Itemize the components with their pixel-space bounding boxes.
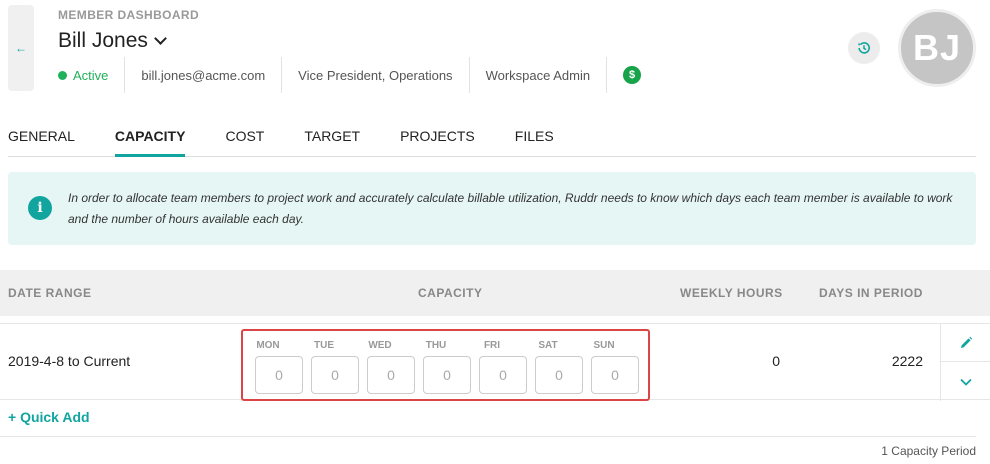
- day-thu: THU 0: [411, 331, 471, 394]
- day-sat: SAT 0: [523, 331, 583, 394]
- arrow-left-icon: ←: [15, 41, 27, 55]
- table-header: DATE RANGE CAPACITY WEEKLY HOURS DAYS IN…: [0, 270, 990, 316]
- member-role: Workspace Admin: [485, 67, 591, 83]
- title-item: Vice President, Operations: [282, 57, 470, 93]
- sat-hours-input[interactable]: 0: [535, 356, 583, 394]
- day-tue: TUE 0: [299, 331, 359, 394]
- day-label: TUE: [314, 340, 334, 351]
- avatar: BJ: [898, 9, 976, 87]
- member-meta: Active bill.jones@acme.com Vice Presiden…: [58, 57, 657, 93]
- billing-item: $: [607, 57, 657, 93]
- edit-button[interactable]: [941, 324, 990, 362]
- capacity-period-count: 1 Capacity Period: [881, 444, 976, 458]
- day-label: SAT: [538, 340, 558, 351]
- day-label: THU: [425, 340, 447, 351]
- member-email: bill.jones@acme.com: [141, 67, 266, 83]
- day-label: WED: [368, 340, 392, 351]
- divider: [0, 436, 976, 437]
- days-in-period-cell: 2222: [891, 353, 923, 369]
- tab-bar: GENERAL CAPACITY COST TARGET PROJECTS FI…: [8, 117, 976, 157]
- pencil-icon: [961, 336, 973, 348]
- tab-capacity[interactable]: CAPACITY: [114, 117, 186, 157]
- fri-hours-input[interactable]: 0: [479, 356, 527, 394]
- expand-button[interactable]: [941, 362, 990, 401]
- day-label: SUN: [593, 340, 615, 351]
- sun-hours-input[interactable]: 0: [591, 356, 639, 394]
- tue-hours-input[interactable]: 0: [311, 356, 359, 394]
- member-name: Bill Jones: [58, 29, 148, 52]
- dashboard-label: MEMBER DASHBOARD: [58, 8, 200, 22]
- member-title: Vice President, Operations: [298, 67, 453, 83]
- dollar-icon: $: [623, 66, 642, 84]
- day-label: FRI: [483, 340, 501, 351]
- header-capacity: CAPACITY: [418, 286, 483, 300]
- back-button[interactable]: ←: [8, 5, 34, 91]
- mon-hours-input[interactable]: 0: [255, 356, 303, 394]
- status-text: Active: [73, 67, 109, 83]
- email-item: bill.jones@acme.com: [125, 57, 283, 93]
- header-date-range: DATE RANGE: [8, 286, 92, 300]
- header-days-in-period: DAYS IN PERIOD: [819, 286, 923, 300]
- tab-files[interactable]: FILES: [515, 117, 554, 157]
- status-item: Active: [58, 57, 126, 93]
- day-mon: MON 0: [243, 331, 303, 394]
- header-weekly-hours: WEEKLY HOURS: [680, 286, 783, 300]
- day-fri: FRI 0: [467, 331, 527, 394]
- table-row: 2019-4-8 to Current MON 0 TUE 0 WED 0 TH…: [0, 323, 990, 401]
- status-dot-icon: [58, 70, 67, 80]
- tab-cost[interactable]: COST: [225, 117, 264, 157]
- tab-projects[interactable]: PROJECTS: [400, 117, 475, 157]
- info-icon: i: [28, 196, 52, 220]
- quick-add-button[interactable]: + Quick Add: [8, 409, 90, 425]
- history-button[interactable]: [848, 32, 880, 64]
- day-label: MON: [256, 340, 280, 351]
- day-sun: SUN 0: [579, 331, 639, 394]
- capacity-editor: MON 0 TUE 0 WED 0 THU 0 FRI 0 SAT 0 SUN …: [241, 329, 650, 401]
- date-range-cell: 2019-4-8 to Current: [8, 353, 131, 369]
- role-item: Workspace Admin: [470, 57, 608, 93]
- chevron-down-icon: [154, 31, 167, 45]
- wed-hours-input[interactable]: 0: [367, 356, 415, 394]
- history-icon: [858, 42, 870, 54]
- tab-target[interactable]: TARGET: [304, 117, 360, 157]
- thu-hours-input[interactable]: 0: [423, 356, 471, 394]
- tab-general[interactable]: GENERAL: [8, 117, 75, 157]
- member-name-dropdown[interactable]: Bill Jones: [58, 29, 167, 53]
- weekly-hours-cell: 0: [772, 353, 780, 369]
- info-text: In order to allocate team members to pro…: [68, 191, 953, 226]
- row-actions: [940, 324, 990, 401]
- info-banner: i In order to allocate team members to p…: [8, 172, 976, 245]
- day-wed: WED 0: [355, 331, 415, 394]
- chevron-down-icon: [960, 378, 972, 386]
